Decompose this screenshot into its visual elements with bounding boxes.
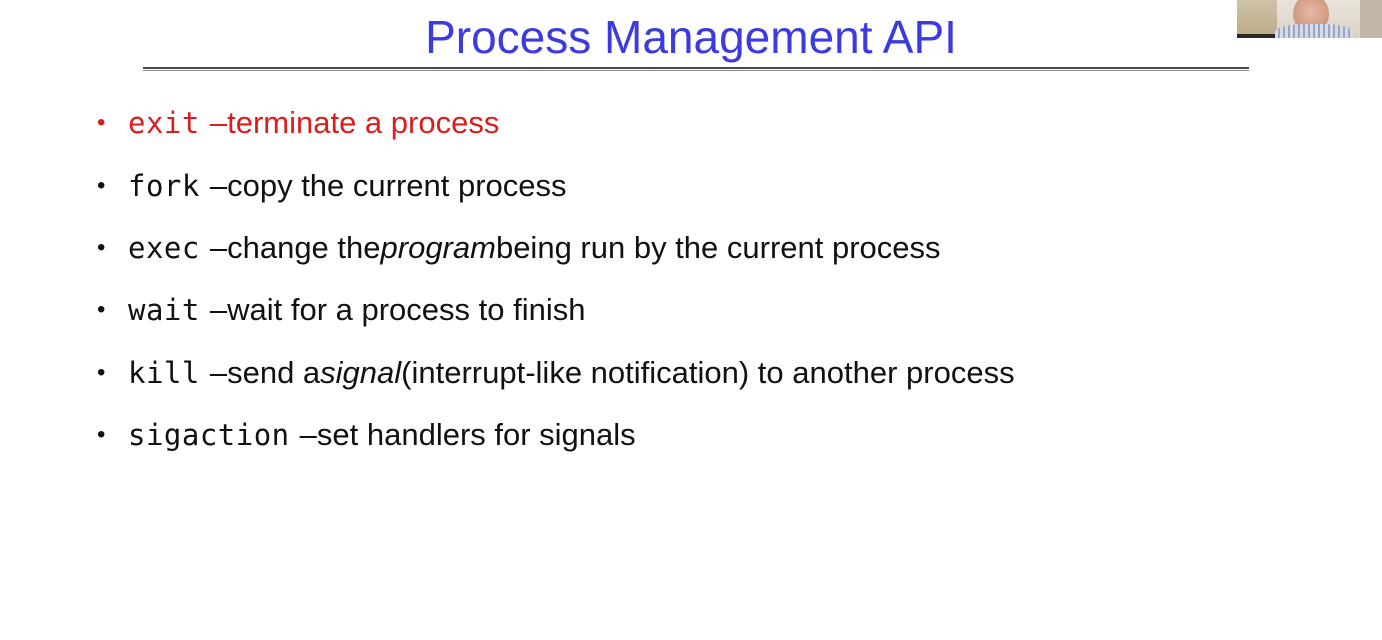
slide-title: Process Management API	[425, 11, 957, 63]
description-text: wait for a process to finish	[227, 292, 586, 328]
bullet-icon: •	[97, 421, 106, 449]
bullet-item-exec: • exec – change the program being run by…	[97, 217, 1297, 279]
webcam-background-right	[1360, 0, 1382, 38]
bullet-icon: •	[97, 233, 106, 261]
dash-separator: –	[209, 105, 228, 141]
bullet-icon: •	[97, 109, 106, 137]
dash-separator: –	[209, 229, 228, 265]
bullet-icon: •	[97, 296, 106, 324]
webcam-shadow	[1237, 34, 1277, 38]
command-name: kill	[128, 355, 200, 390]
dash-separator: –	[209, 292, 228, 328]
emphasized-term: signal	[320, 354, 402, 390]
title-divider-shadow	[143, 70, 1249, 71]
description-text: change the	[227, 229, 381, 265]
presenter-shirt	[1275, 24, 1353, 38]
command-name: exec	[128, 230, 200, 265]
command-name: fork	[128, 168, 200, 203]
description-text: set handlers for signals	[316, 417, 636, 453]
dash-separator: –	[299, 417, 317, 453]
command-name: wait	[128, 293, 200, 328]
dash-separator: –	[209, 167, 228, 203]
bullet-item-wait: • wait – wait for a process to finish	[97, 279, 1297, 341]
command-name: sigaction	[128, 418, 290, 453]
webcam-background	[1237, 0, 1277, 38]
title-divider	[143, 67, 1249, 69]
emphasized-term: program	[380, 229, 496, 265]
description-text: copy the current process	[227, 167, 567, 203]
bullet-icon: •	[97, 358, 106, 386]
api-bullet-list: • exit – terminate a process • fork – co…	[97, 92, 1297, 466]
command-name: exit	[128, 106, 200, 141]
presenter-webcam-thumbnail	[1237, 0, 1382, 38]
description-text: send a	[227, 354, 321, 390]
bullet-icon: •	[97, 171, 106, 199]
dash-separator: –	[209, 354, 228, 390]
bullet-item-fork: • fork – copy the current process	[97, 154, 1297, 216]
slide: Process Management API • exit – terminat…	[0, 0, 1382, 640]
bullet-item-exit: • exit – terminate a process	[97, 92, 1297, 154]
bullet-item-kill: • kill – send a signal (interrupt-like n…	[97, 342, 1297, 404]
description-text: terminate a process	[227, 105, 500, 141]
description-text-continued: (interrupt-like notification) to another…	[401, 354, 1015, 390]
description-text-continued: being run by the current process	[495, 229, 941, 265]
bullet-item-sigaction: • sigaction – set handlers for signals	[97, 404, 1297, 466]
